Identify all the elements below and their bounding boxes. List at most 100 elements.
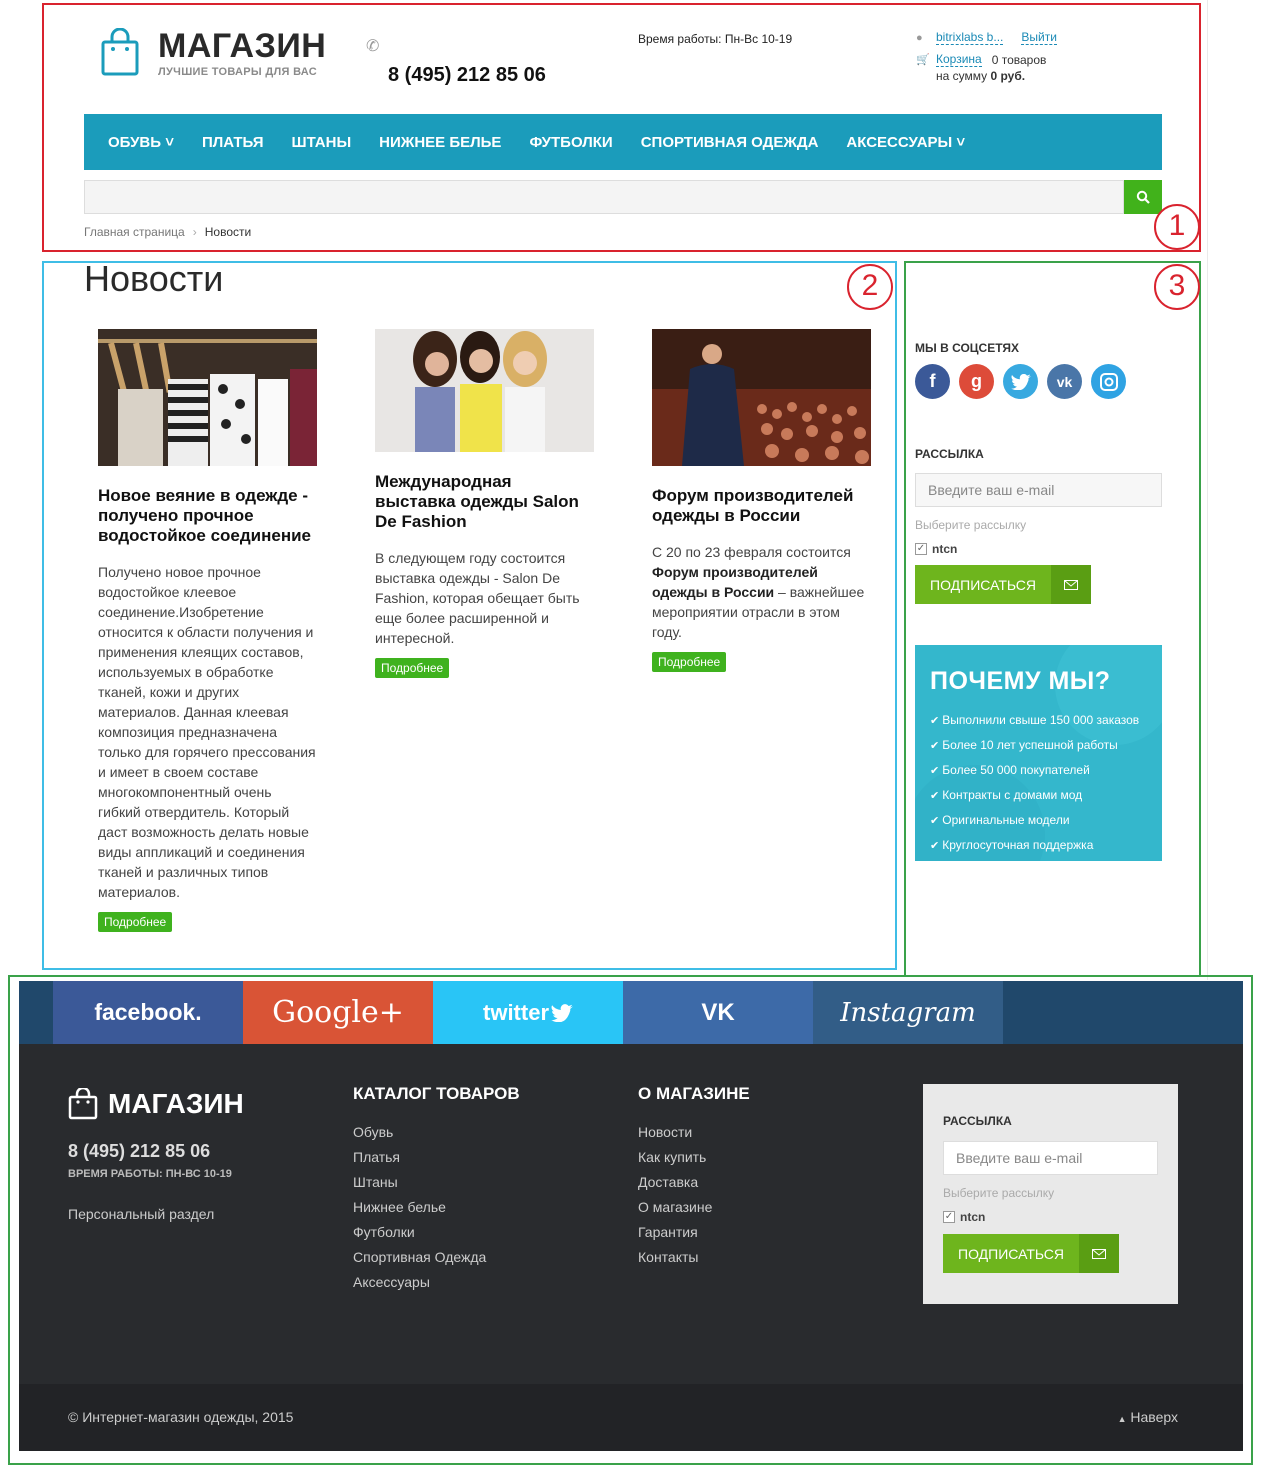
page-edge-line	[1207, 0, 1208, 980]
footer-link-accessories[interactable]: Аксессуары	[353, 1270, 520, 1295]
envelope-icon	[1051, 565, 1091, 604]
shopping-bag-icon	[100, 27, 140, 76]
phone-icon: ✆	[366, 38, 380, 55]
subscribe-checkbox[interactable]: ✓ ntcn	[915, 542, 957, 556]
checkbox-checked-icon: ✓	[915, 543, 927, 555]
more-button[interactable]: Подробнее	[652, 652, 727, 672]
news-image-models[interactable]	[375, 329, 594, 452]
news-image-hangers[interactable]	[98, 329, 317, 466]
footer-email-input[interactable]: Введите ваш e-mail	[943, 1141, 1158, 1175]
more-button[interactable]: Подробнее	[375, 658, 450, 678]
breadcrumb-home[interactable]: Главная страница	[84, 225, 185, 239]
more-button[interactable]: Подробнее	[98, 912, 173, 932]
user-block: ● bitrixlabs b... Выйти 🛒 Корзина 0 това…	[916, 30, 1057, 84]
footer-subscribe-button-label: ПОДПИСАТЬСЯ	[958, 1245, 1064, 1262]
back-to-top-link[interactable]: ▲ Наверх	[1118, 1409, 1178, 1425]
nav-item-tshirts[interactable]: ФУТБОЛКИ	[529, 134, 612, 151]
footer-about-title: О МАГАЗИНЕ	[638, 1084, 750, 1103]
footer-link-warranty[interactable]: Гарантия	[638, 1220, 750, 1245]
logo-subtitle: ЛУЧШИЕ ТОВАРЫ ДЛЯ ВАС	[158, 66, 317, 78]
breadcrumb: Главная страница › Новости	[84, 225, 251, 239]
footer-bottom: © Интернет-магазин одежды, 2015 ▲ Наверх	[19, 1384, 1243, 1451]
why-us-item: Более 50 000 покупателей	[930, 758, 1147, 783]
facebook-icon[interactable]: f	[915, 364, 950, 399]
instagram-icon[interactable]	[1091, 364, 1126, 399]
footer-link-contacts[interactable]: Контакты	[638, 1245, 750, 1270]
why-us-item: Выполнили свыше 150 000 заказов	[930, 708, 1147, 733]
search-button[interactable]	[1124, 180, 1162, 214]
subscribe-email-input[interactable]: Введите ваш e-mail	[915, 473, 1162, 507]
page-title: Новости	[84, 258, 224, 299]
footer-subscribe-checkbox[interactable]: ✓ ntcn	[943, 1210, 985, 1224]
footer-link-sportswear[interactable]: Спортивная Одежда	[353, 1245, 520, 1270]
nav-item-shoes[interactable]: ОБУВЬ ˅	[108, 134, 174, 151]
social-icons: f g vk	[915, 364, 1126, 399]
footer-link-shoes[interactable]: Обувь	[353, 1120, 520, 1145]
cart-count: 0 товаров	[991, 53, 1047, 67]
news-title[interactable]: Новое веяние в одежде - получено прочное…	[98, 486, 318, 546]
nav-item-dresses[interactable]: ПЛАТЬЯ	[202, 134, 264, 151]
footer-phone[interactable]: 8 (495) 212 85 06	[68, 1141, 210, 1162]
footer-link-delivery[interactable]: Доставка	[638, 1170, 750, 1195]
caret-up-icon: ▲	[1117, 1414, 1127, 1424]
user-icon: ●	[916, 32, 923, 44]
facebook-strip-button[interactable]: facebook.	[53, 981, 243, 1044]
footer-link-pants[interactable]: Штаны	[353, 1170, 520, 1195]
footer-subscribe-button[interactable]: ПОДПИСАТЬСЯ	[943, 1234, 1119, 1273]
work-hours: Время работы: Пн-Вс 10-19	[638, 32, 793, 46]
footer-logo[interactable]: МАГАЗИН	[68, 1088, 244, 1120]
footer-link-dresses[interactable]: Платья	[353, 1145, 520, 1170]
cart-icon: 🛒	[916, 54, 930, 66]
why-us-item: Круглосуточная поддержка	[930, 833, 1147, 858]
footer-link-tshirts[interactable]: Футболки	[353, 1220, 520, 1245]
subscribe-button[interactable]: ПОДПИСАТЬСЯ	[915, 565, 1091, 604]
search-icon	[1136, 190, 1150, 204]
google-strip-button[interactable]: Google+	[243, 981, 433, 1044]
vk-icon[interactable]: vk	[1047, 364, 1082, 399]
personal-section-link[interactable]: Персональный раздел	[68, 1206, 214, 1222]
news-title[interactable]: Форум производителей одежды в России	[652, 486, 872, 526]
footer-link-underwear[interactable]: Нижнее белье	[353, 1195, 520, 1220]
back-to-top-label: Наверх	[1130, 1409, 1178, 1425]
footer-link-about[interactable]: О магазине	[638, 1195, 750, 1220]
twitter-strip-button[interactable]: twitter	[433, 981, 623, 1044]
why-us-title: ПОЧЕМУ МЫ?	[930, 667, 1111, 695]
news-item: Международная выставка одежды Salon De F…	[375, 329, 595, 678]
why-us-item: Более 10 лет успешной работы	[930, 733, 1147, 758]
logo[interactable]: МАГАЗИН ЛУЧШИЕ ТОВАРЫ ДЛЯ ВАС	[100, 27, 326, 78]
main-nav: ОБУВЬ ˅ ПЛАТЬЯ ШТАНЫ НИЖНЕЕ БЕЛЬЕ ФУТБОЛ…	[84, 114, 1162, 170]
subscribe-hint: Выберите рассылку	[915, 518, 1027, 532]
vk-strip-button[interactable]: VK	[623, 981, 813, 1044]
header-phone[interactable]: 8 (495) 212 85 06	[388, 64, 546, 87]
user-profile-link[interactable]: bitrixlabs b...	[936, 31, 1004, 45]
google-plus-icon[interactable]: g	[959, 364, 994, 399]
nav-item-pants[interactable]: ШТАНЫ	[292, 134, 352, 151]
annotation-number: 1	[1154, 204, 1200, 250]
footer-subscribe-title: РАССЫЛКА	[943, 1114, 1012, 1128]
news-text: В следующем году состоится выставка одеж…	[375, 550, 580, 646]
logout-link[interactable]: Выйти	[1021, 31, 1057, 45]
footer-logo-title: МАГАЗИН	[108, 1088, 244, 1119]
nav-item-accessories[interactable]: АКСЕССУАРЫ ˅	[846, 134, 965, 151]
why-us-block: ПОЧЕМУ МЫ? Выполнили свыше 150 000 заказ…	[915, 645, 1162, 861]
search-input[interactable]	[84, 180, 1124, 214]
twitter-icon[interactable]	[1003, 364, 1038, 399]
subscribe-button-label: ПОДПИСАТЬСЯ	[930, 576, 1036, 593]
instagram-strip-button[interactable]: Instagram	[813, 981, 1003, 1044]
news-image-forum[interactable]	[652, 329, 871, 466]
cart-sum: 0 руб.	[990, 69, 1026, 83]
cart-link[interactable]: Корзина	[936, 53, 982, 67]
footer-catalog-title: КАТАЛОГ ТОВАРОВ	[353, 1084, 520, 1103]
footer: МАГАЗИН 8 (495) 212 85 06 ВРЕМЯ РАБОТЫ: …	[19, 1044, 1243, 1384]
footer-link-how-to-buy[interactable]: Как купить	[638, 1145, 750, 1170]
envelope-icon	[1079, 1234, 1119, 1273]
nav-item-underwear[interactable]: НИЖНЕЕ БЕЛЬЕ	[379, 134, 501, 151]
news-item: Новое веяние в одежде - получено прочное…	[98, 329, 318, 932]
nav-item-sportswear[interactable]: СПОРТИВНАЯ ОДЕЖДА	[641, 134, 819, 151]
twitter-strip-label: twitter	[483, 999, 549, 1025]
footer-link-news[interactable]: Новости	[638, 1120, 750, 1145]
news-item: Форум производителей одежды в России С 2…	[652, 329, 872, 672]
news-text: С 20 по 23 февраля состоится Форум произ…	[652, 542, 872, 642]
news-title[interactable]: Международная выставка одежды Salon De F…	[375, 472, 595, 532]
footer-subscribe: РАССЫЛКА Введите ваш e-mail Выберите рас…	[923, 1084, 1178, 1304]
